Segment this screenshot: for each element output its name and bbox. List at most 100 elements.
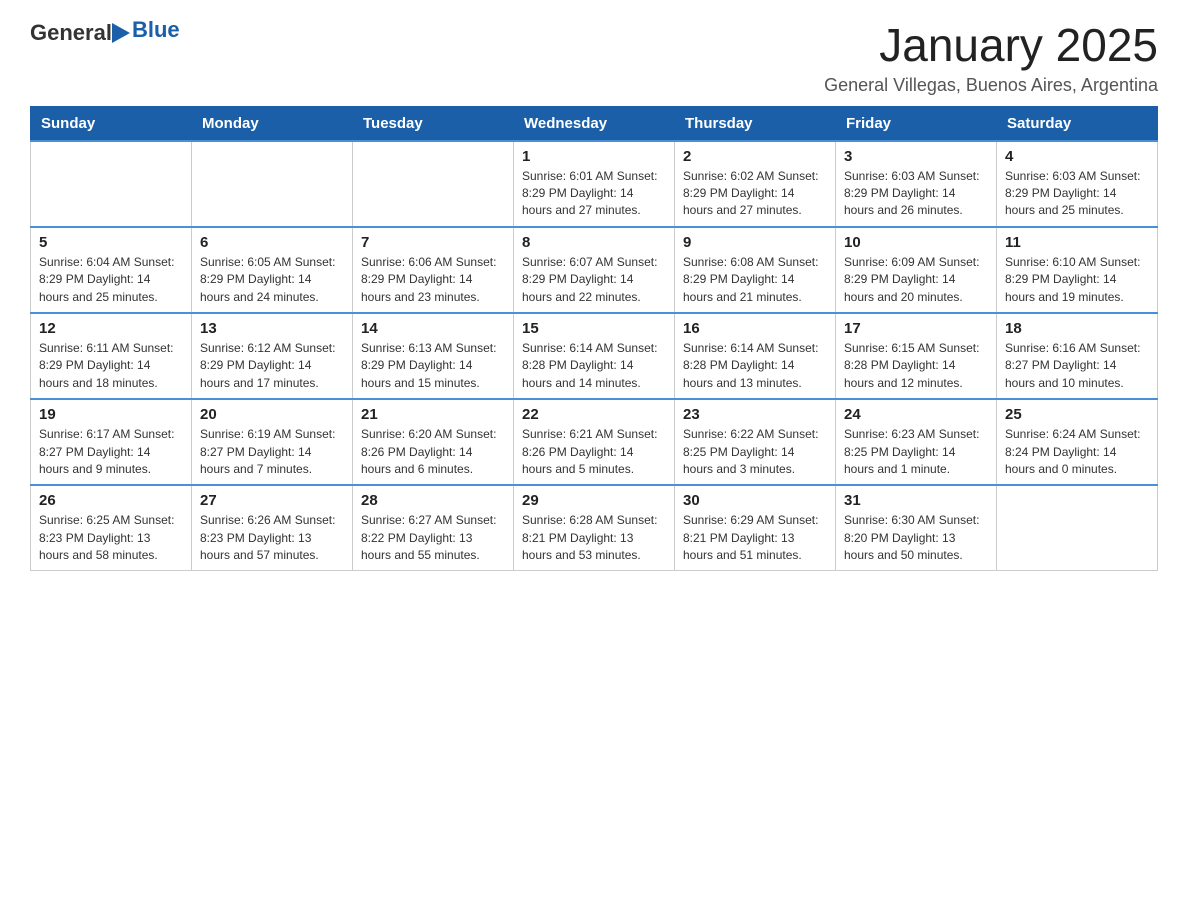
day-number: 19: [39, 406, 183, 423]
day-info: Sunrise: 6:22 AM Sunset: 8:25 PM Dayligh…: [683, 426, 827, 478]
calendar-cell: 21 Sunrise: 6:20 AM Sunset: 8:26 PM Dayli…: [353, 399, 514, 485]
calendar-cell: 23 Sunrise: 6:22 AM Sunset: 8:25 PM Dayli…: [675, 399, 836, 485]
day-info: Sunrise: 6:19 AM Sunset: 8:27 PM Dayligh…: [200, 426, 344, 478]
day-of-week-header: Tuesday: [353, 106, 514, 141]
month-year-title: January 2025: [824, 20, 1158, 71]
day-number: 26: [39, 492, 183, 509]
logo-general-text: General: [30, 20, 112, 46]
location-subtitle: General Villegas, Buenos Aires, Argentin…: [824, 75, 1158, 96]
day-number: 24: [844, 406, 988, 423]
calendar-cell: 29Sunrise: 6:28 AM Sunset: 8:21 PM Dayli…: [514, 485, 675, 571]
day-info: Sunrise: 6:11 AM Sunset: 8:29 PM Dayligh…: [39, 340, 183, 392]
day-number: 11: [1005, 234, 1149, 251]
calendar-week-row: 1 Sunrise: 6:01 AM Sunset: 8:29 PM Daylig…: [31, 141, 1158, 227]
calendar-cell: 11 Sunrise: 6:10 AM Sunset: 8:29 PM Dayli…: [997, 227, 1158, 313]
day-info: Sunrise: 6:23 AM Sunset: 8:25 PM Dayligh…: [844, 426, 988, 478]
day-number: 5: [39, 234, 183, 251]
day-number: 15: [522, 320, 666, 337]
calendar-cell: [997, 485, 1158, 571]
day-number: 27: [200, 492, 344, 509]
day-info: Sunrise: 6:04 AM Sunset: 8:29 PM Dayligh…: [39, 254, 183, 306]
calendar-cell: 16Sunrise: 6:14 AM Sunset: 8:28 PM Dayli…: [675, 313, 836, 399]
day-info: Sunrise: 6:17 AM Sunset: 8:27 PM Dayligh…: [39, 426, 183, 478]
day-info: Sunrise: 6:03 AM Sunset: 8:29 PM Dayligh…: [844, 168, 988, 220]
day-number: 3: [844, 148, 988, 165]
day-info: Sunrise: 6:05 AM Sunset: 8:29 PM Dayligh…: [200, 254, 344, 306]
day-info: Sunrise: 6:30 AM Sunset: 8:20 PM Dayligh…: [844, 512, 988, 564]
calendar-cell: 1 Sunrise: 6:01 AM Sunset: 8:29 PM Daylig…: [514, 141, 675, 227]
calendar-cell: 2 Sunrise: 6:02 AM Sunset: 8:29 PM Daylig…: [675, 141, 836, 227]
day-number: 10: [844, 234, 988, 251]
day-number: 20: [200, 406, 344, 423]
day-number: 1: [522, 148, 666, 165]
day-number: 17: [844, 320, 988, 337]
calendar-table: SundayMondayTuesdayWednesdayThursdayFrid…: [30, 106, 1158, 572]
day-info: Sunrise: 6:13 AM Sunset: 8:29 PM Dayligh…: [361, 340, 505, 392]
logo-arrow-icon: [112, 23, 130, 48]
day-info: Sunrise: 6:02 AM Sunset: 8:29 PM Dayligh…: [683, 168, 827, 220]
calendar-cell: 13 Sunrise: 6:12 AM Sunset: 8:29 PM Dayli…: [192, 313, 353, 399]
calendar-cell: 18Sunrise: 6:16 AM Sunset: 8:27 PM Dayli…: [997, 313, 1158, 399]
calendar-cell: 19 Sunrise: 6:17 AM Sunset: 8:27 PM Dayli…: [31, 399, 192, 485]
day-number: 23: [683, 406, 827, 423]
calendar-cell: 28 Sunrise: 6:27 AM Sunset: 8:22 PM Dayli…: [353, 485, 514, 571]
day-of-week-header: Wednesday: [514, 106, 675, 141]
calendar-header-row: SundayMondayTuesdayWednesdayThursdayFrid…: [31, 106, 1158, 141]
calendar-cell: 14 Sunrise: 6:13 AM Sunset: 8:29 PM Dayli…: [353, 313, 514, 399]
day-number: 28: [361, 492, 505, 509]
logo: General Blue: [30, 20, 180, 46]
day-number: 2: [683, 148, 827, 165]
calendar-cell: 5 Sunrise: 6:04 AM Sunset: 8:29 PM Daylig…: [31, 227, 192, 313]
calendar-week-row: 5 Sunrise: 6:04 AM Sunset: 8:29 PM Daylig…: [31, 227, 1158, 313]
calendar-cell: 3 Sunrise: 6:03 AM Sunset: 8:29 PM Daylig…: [836, 141, 997, 227]
day-of-week-header: Saturday: [997, 106, 1158, 141]
day-number: 6: [200, 234, 344, 251]
day-of-week-header: Monday: [192, 106, 353, 141]
day-number: 31: [844, 492, 988, 509]
page-header: General Blue January 2025 General Villeg…: [30, 20, 1158, 96]
day-number: 21: [361, 406, 505, 423]
day-info: Sunrise: 6:29 AM Sunset: 8:21 PM Dayligh…: [683, 512, 827, 564]
day-number: 4: [1005, 148, 1149, 165]
calendar-cell: 12Sunrise: 6:11 AM Sunset: 8:29 PM Dayli…: [31, 313, 192, 399]
day-info: Sunrise: 6:27 AM Sunset: 8:22 PM Dayligh…: [361, 512, 505, 564]
day-info: Sunrise: 6:10 AM Sunset: 8:29 PM Dayligh…: [1005, 254, 1149, 306]
day-info: Sunrise: 6:08 AM Sunset: 8:29 PM Dayligh…: [683, 254, 827, 306]
calendar-cell: 9Sunrise: 6:08 AM Sunset: 8:29 PM Daylig…: [675, 227, 836, 313]
day-info: Sunrise: 6:21 AM Sunset: 8:26 PM Dayligh…: [522, 426, 666, 478]
day-info: Sunrise: 6:14 AM Sunset: 8:28 PM Dayligh…: [683, 340, 827, 392]
day-info: Sunrise: 6:14 AM Sunset: 8:28 PM Dayligh…: [522, 340, 666, 392]
day-info: Sunrise: 6:06 AM Sunset: 8:29 PM Dayligh…: [361, 254, 505, 306]
logo-blue-text: Blue: [130, 17, 180, 43]
day-info: Sunrise: 6:15 AM Sunset: 8:28 PM Dayligh…: [844, 340, 988, 392]
title-block: January 2025 General Villegas, Buenos Ai…: [824, 20, 1158, 96]
day-info: Sunrise: 6:07 AM Sunset: 8:29 PM Dayligh…: [522, 254, 666, 306]
day-number: 29: [522, 492, 666, 509]
calendar-cell: 10 Sunrise: 6:09 AM Sunset: 8:29 PM Dayli…: [836, 227, 997, 313]
calendar-cell: 24 Sunrise: 6:23 AM Sunset: 8:25 PM Dayli…: [836, 399, 997, 485]
day-info: Sunrise: 6:12 AM Sunset: 8:29 PM Dayligh…: [200, 340, 344, 392]
calendar-week-row: 19 Sunrise: 6:17 AM Sunset: 8:27 PM Dayli…: [31, 399, 1158, 485]
calendar-cell: 25Sunrise: 6:24 AM Sunset: 8:24 PM Dayli…: [997, 399, 1158, 485]
day-info: Sunrise: 6:03 AM Sunset: 8:29 PM Dayligh…: [1005, 168, 1149, 220]
day-number: 30: [683, 492, 827, 509]
calendar-cell: 31 Sunrise: 6:30 AM Sunset: 8:20 PM Dayli…: [836, 485, 997, 571]
calendar-cell: 4 Sunrise: 6:03 AM Sunset: 8:29 PM Daylig…: [997, 141, 1158, 227]
day-number: 14: [361, 320, 505, 337]
day-number: 25: [1005, 406, 1149, 423]
calendar-cell: 6 Sunrise: 6:05 AM Sunset: 8:29 PM Daylig…: [192, 227, 353, 313]
day-of-week-header: Thursday: [675, 106, 836, 141]
day-info: Sunrise: 6:01 AM Sunset: 8:29 PM Dayligh…: [522, 168, 666, 220]
calendar-cell: 15 Sunrise: 6:14 AM Sunset: 8:28 PM Dayli…: [514, 313, 675, 399]
day-info: Sunrise: 6:26 AM Sunset: 8:23 PM Dayligh…: [200, 512, 344, 564]
day-of-week-header: Sunday: [31, 106, 192, 141]
calendar-cell: 22Sunrise: 6:21 AM Sunset: 8:26 PM Dayli…: [514, 399, 675, 485]
calendar-cell: 26Sunrise: 6:25 AM Sunset: 8:23 PM Dayli…: [31, 485, 192, 571]
calendar-cell: 8 Sunrise: 6:07 AM Sunset: 8:29 PM Daylig…: [514, 227, 675, 313]
day-info: Sunrise: 6:20 AM Sunset: 8:26 PM Dayligh…: [361, 426, 505, 478]
day-number: 8: [522, 234, 666, 251]
calendar-cell: 7Sunrise: 6:06 AM Sunset: 8:29 PM Daylig…: [353, 227, 514, 313]
day-info: Sunrise: 6:09 AM Sunset: 8:29 PM Dayligh…: [844, 254, 988, 306]
day-number: 13: [200, 320, 344, 337]
calendar-week-row: 26Sunrise: 6:25 AM Sunset: 8:23 PM Dayli…: [31, 485, 1158, 571]
